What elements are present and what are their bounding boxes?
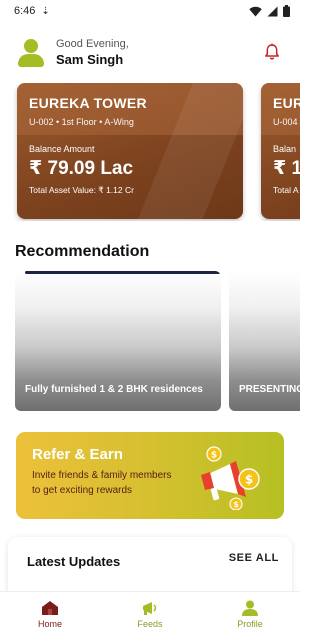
asset-card[interactable]: EUREKA TOWER U-002 • 1st Floor • A-Wing …: [17, 83, 243, 219]
avatar-body: [18, 54, 44, 67]
recommendation-caption: PRESENTING: [239, 384, 300, 395]
bottom-nav: Home Feeds Profile: [0, 591, 300, 633]
latest-updates-title: Latest Updates: [27, 554, 121, 569]
refer-description: Invite friends & family members to get e…: [32, 470, 172, 496]
card-unit: U-002 • 1st Floor • A-Wing: [29, 117, 134, 127]
nav-label: Feeds: [137, 619, 163, 629]
nav-label: Home: [37, 619, 62, 629]
card-title: EUREKA TOWER: [29, 95, 147, 111]
svg-text:$: $: [211, 451, 217, 461]
recommendation-caption: Fully furnished 1 & 2 BHK residences: [25, 384, 203, 395]
card-top-edge: [25, 271, 220, 274]
recommendation-title: Recommendation: [15, 243, 150, 260]
status-time: 6:46: [14, 5, 36, 17]
recommendation-card[interactable]: PRESENTING: [229, 271, 300, 411]
nav-feeds[interactable]: Feeds: [100, 592, 200, 633]
status-left: 6:46 ⇣: [14, 5, 50, 17]
svg-text:$: $: [233, 500, 239, 509]
card-unit: U-004 •: [273, 117, 300, 127]
avatar-head: [24, 39, 38, 53]
svg-text:$: $: [245, 473, 253, 487]
recommendation-carousel[interactable]: Fully furnished 1 & 2 BHK residences PRE…: [0, 271, 300, 413]
header: Good Evening, Sam Singh: [0, 30, 300, 74]
avatar[interactable]: [16, 37, 46, 67]
nav-label: Profile: [237, 619, 263, 629]
status-right: [249, 5, 290, 17]
home-icon: [42, 601, 58, 615]
total-asset-value: Total Asset Value: ₹ 1.12 Cr: [29, 185, 134, 195]
asset-carousel[interactable]: EUREKA TOWER U-002 • 1st Floor • A-Wing …: [0, 83, 300, 221]
wifi-icon: [249, 6, 262, 16]
refer-earn-banner[interactable]: Refer & Earn Invite friends & family mem…: [16, 432, 284, 519]
greeting-text: Good Evening,: [56, 37, 129, 50]
user-name: Sam Singh: [56, 51, 124, 67]
profile-icon: [242, 600, 258, 616]
balance-amount: ₹ 79.09 Lac: [29, 158, 134, 179]
nav-home[interactable]: Home: [0, 592, 100, 633]
asset-card[interactable]: EURE U-004 • Balan ₹ 1. Total A: [261, 83, 300, 219]
usb-icon: ⇣: [41, 5, 50, 17]
balance-label: Balance Amount: [29, 144, 95, 154]
card-title: EURE: [273, 95, 300, 111]
see-all-link[interactable]: SEE ALL: [229, 552, 279, 564]
balance-label: Balan: [273, 144, 297, 154]
recommendation-card[interactable]: Fully furnished 1 & 2 BHK residences: [15, 271, 221, 411]
megaphone-icon: $ $ $: [201, 446, 260, 510]
total-asset-value: Total A: [273, 185, 299, 195]
balance-amount: ₹ 1.: [273, 158, 300, 179]
bell-icon[interactable]: [262, 42, 282, 62]
battery-icon: [283, 5, 290, 17]
nav-profile[interactable]: Profile: [200, 592, 300, 633]
megaphone-icon: [143, 602, 157, 615]
greeting-block: Good Evening, Sam Singh: [56, 38, 129, 67]
status-bar: 6:46 ⇣: [0, 0, 300, 22]
signal-icon: [267, 6, 278, 16]
